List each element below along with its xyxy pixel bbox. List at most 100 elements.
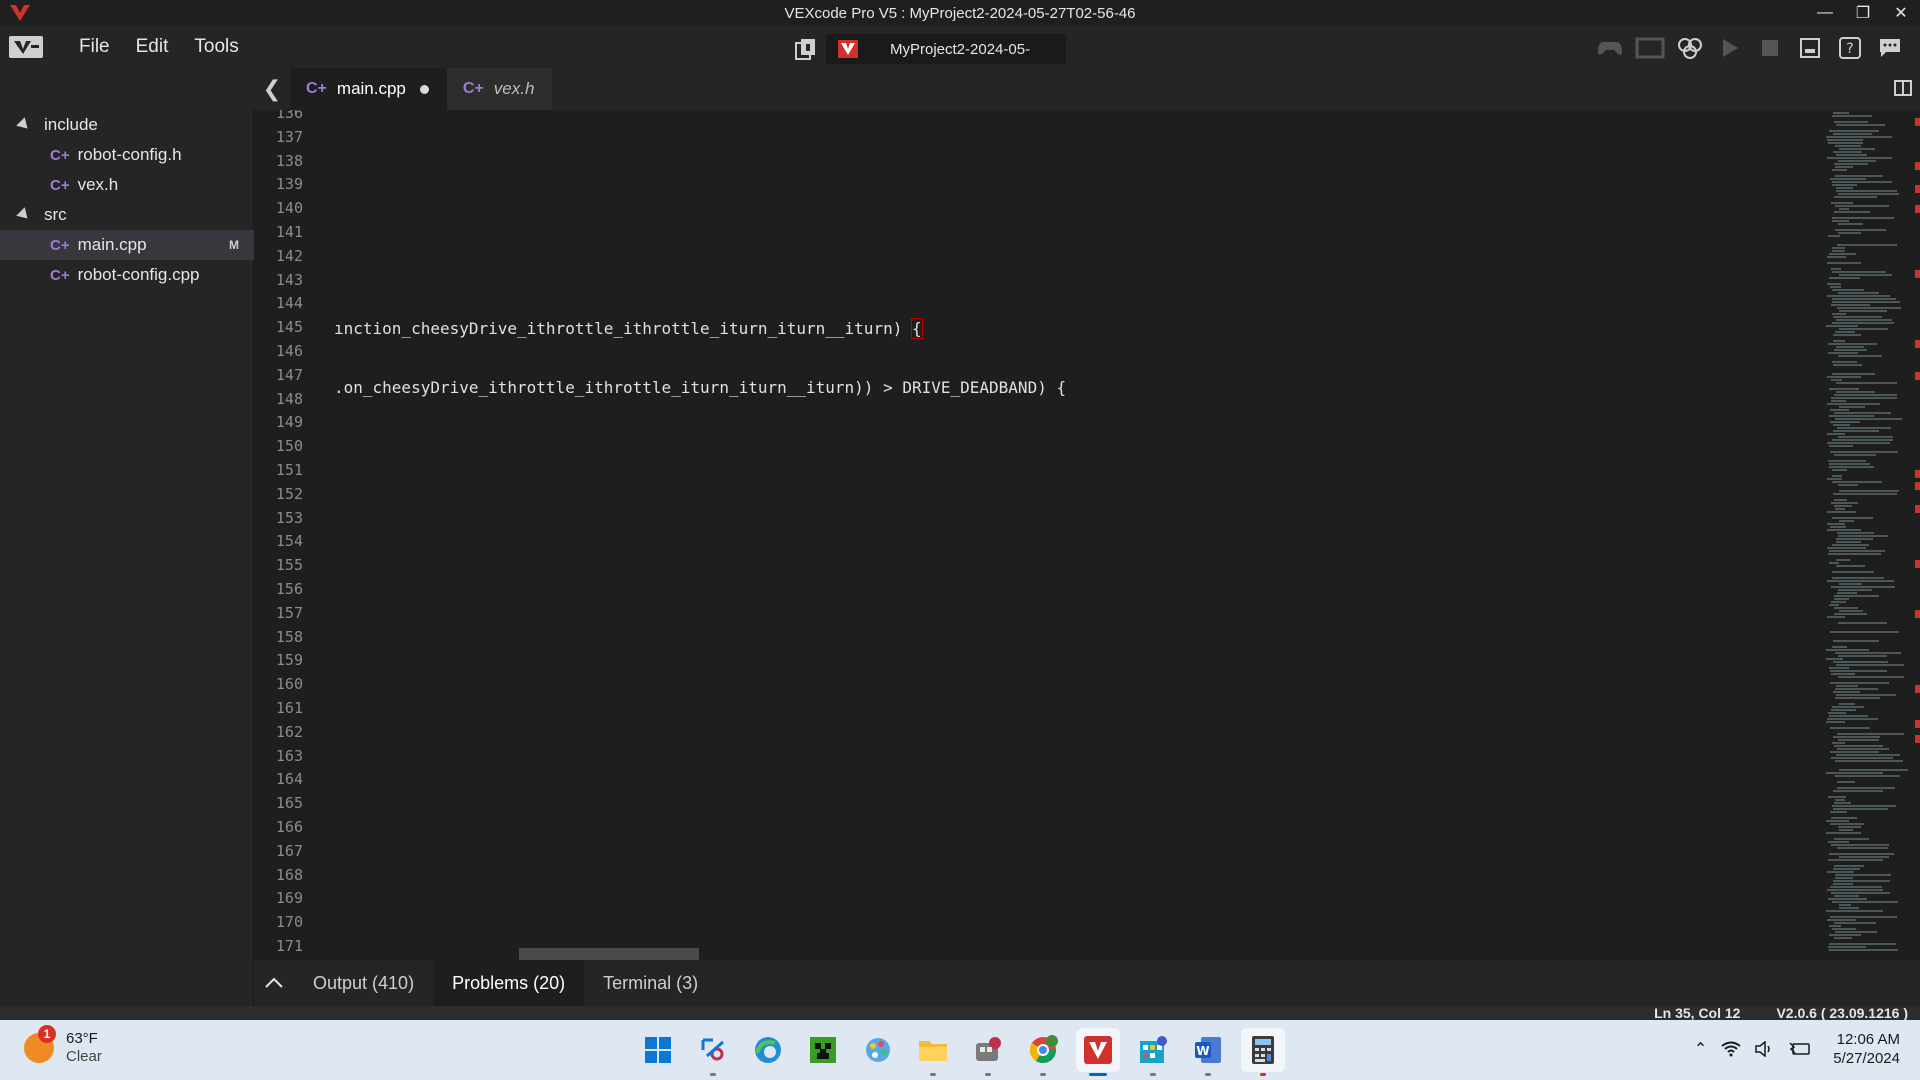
line-number: 164: [275, 770, 303, 789]
minimap-line: [1830, 670, 1887, 672]
minimap-line: [1839, 703, 1855, 705]
menu-tools[interactable]: Tools: [194, 36, 238, 58]
file-vex-h[interactable]: C+ vex.h: [0, 170, 254, 200]
tab-main-cpp[interactable]: C+ main.cpp: [290, 68, 447, 110]
menu-file[interactable]: File: [79, 36, 110, 58]
menu-edit[interactable]: Edit: [136, 36, 169, 58]
battery-icon[interactable]: [1789, 1041, 1811, 1057]
minimap-line: [1832, 805, 1896, 807]
file-explorer-icon[interactable]: [911, 1028, 955, 1076]
chevron-up-icon[interactable]: ⌃: [1694, 1039, 1707, 1059]
minimap-line: [1835, 877, 1853, 879]
vex-menu-icon[interactable]: [9, 36, 43, 58]
project-name-field[interactable]: MyProject2-2024-05-: [826, 34, 1066, 64]
folder-src[interactable]: src: [0, 200, 254, 230]
volume-icon[interactable]: [1755, 1041, 1775, 1057]
minimap-line: [1835, 175, 1883, 177]
running-indicator: [1150, 1073, 1156, 1076]
minimap-line: [1836, 319, 1892, 321]
minimap-line: [1838, 160, 1876, 162]
brain-icon[interactable]: [1630, 34, 1670, 62]
minimap-line: [1828, 898, 1867, 900]
minimap-line: [1832, 742, 1845, 744]
line-number: 137: [275, 127, 303, 146]
line-number: 168: [275, 865, 303, 884]
word-icon[interactable]: W: [1186, 1028, 1230, 1076]
minimap[interactable]: [1822, 110, 1910, 960]
weather-widget[interactable]: 1 63°F Clear: [24, 1025, 102, 1066]
minimap-line: [1832, 184, 1857, 186]
running-indicator: [710, 1073, 716, 1076]
tab-terminal[interactable]: Terminal (3): [584, 960, 717, 1006]
stop-icon[interactable]: [1750, 34, 1790, 62]
minimap-line: [1834, 499, 1847, 501]
close-button[interactable]: ✕: [1882, 0, 1920, 26]
vertical-scrollbar[interactable]: [1910, 110, 1920, 960]
paint-icon[interactable]: [856, 1028, 900, 1072]
slot-select-icon[interactable]: [794, 37, 818, 61]
folder-include[interactable]: include: [0, 110, 254, 140]
build-icon[interactable]: [1670, 34, 1710, 62]
minecraft-icon[interactable]: [801, 1028, 845, 1072]
system-tray: ⌃ 12:06 AM 5/27/2024: [1694, 1030, 1900, 1068]
minimap-line: [1827, 157, 1892, 159]
code-line-148[interactable]: .on_cheesyDrive_ithrottle_ithrottle_itur…: [334, 378, 1066, 397]
code-line-145[interactable]: ınction_cheesyDrive_ithrottle_ithrottle_…: [334, 318, 923, 339]
line-number: 169: [275, 889, 303, 908]
minimap-line: [1831, 817, 1857, 819]
file-robot-config-cpp[interactable]: C+ robot-config.cpp: [0, 260, 254, 290]
minimap-line: [1828, 142, 1863, 144]
minimize-button[interactable]: —: [1806, 0, 1844, 26]
calculator-icon[interactable]: [1241, 1028, 1285, 1076]
split-editor-icon[interactable]: [1894, 80, 1912, 96]
cursor-position[interactable]: Ln 35, Col 12: [1654, 1006, 1740, 1020]
code-editor[interactable]: 136 137 138 139 140 141 142 143 144 145 146 147 148 1…: [254, 110, 1820, 960]
app-icon-9[interactable]: [1131, 1028, 1175, 1076]
running-indicator: [1040, 1073, 1046, 1076]
edge-browser-icon[interactable]: [746, 1028, 790, 1072]
clock[interactable]: 12:06 AM 5/27/2024: [1833, 1030, 1900, 1068]
minimap-line: [1829, 949, 1898, 951]
play-icon[interactable]: [1710, 34, 1750, 62]
minimap-line: [1839, 406, 1865, 408]
vexcode-taskbar-icon[interactable]: [1076, 1028, 1120, 1076]
chrome-icon[interactable]: [1021, 1028, 1065, 1076]
minimap-line: [1826, 649, 1869, 651]
app-icon-6[interactable]: [966, 1028, 1010, 1076]
file-main-cpp[interactable]: C+ main.cpp M: [0, 230, 254, 260]
feedback-icon[interactable]: [1870, 34, 1910, 62]
horizontal-scrollbar[interactable]: [519, 948, 699, 960]
minimap-line: [1839, 208, 1849, 210]
minimap-line: [1832, 301, 1900, 303]
line-number: 144: [275, 294, 303, 313]
start-icon[interactable]: [636, 1028, 680, 1072]
line-number: 151: [275, 461, 303, 479]
minimap-line: [1837, 592, 1857, 594]
wifi-icon[interactable]: [1721, 1041, 1741, 1057]
minimap-line: [1838, 739, 1879, 741]
chevron-left-icon[interactable]: ❮: [254, 68, 290, 110]
chevron-up-icon[interactable]: [254, 960, 294, 1006]
error-marker: [1915, 270, 1920, 278]
minimap-line: [1833, 691, 1860, 693]
minimap-line: [1832, 115, 1872, 117]
minimap-line: [1839, 904, 1851, 906]
minimap-line: [1826, 325, 1858, 327]
help-icon[interactable]: ?: [1830, 34, 1870, 62]
minimap-line: [1837, 847, 1888, 849]
minimap-line: [1837, 244, 1897, 246]
line-number: 157: [275, 603, 303, 622]
snipping-tool-icon[interactable]: [691, 1028, 735, 1076]
tab-label: main.cpp: [336, 79, 406, 98]
tab-problems[interactable]: Problems (20): [433, 960, 585, 1006]
device-info-icon[interactable]: [1790, 34, 1830, 62]
tab-output[interactable]: Output (410): [294, 960, 433, 1006]
controller-icon[interactable]: [1590, 34, 1630, 62]
minimap-line: [1827, 547, 1866, 549]
minimap-line: [1832, 928, 1856, 930]
minimap-line: [1836, 346, 1864, 348]
restore-button[interactable]: ❐: [1844, 0, 1882, 26]
file-label: robot-config.h: [77, 145, 182, 164]
file-robot-config-h[interactable]: C+ robot-config.h: [0, 140, 254, 170]
tab-vex-h[interactable]: C+ vex.h: [446, 68, 553, 110]
